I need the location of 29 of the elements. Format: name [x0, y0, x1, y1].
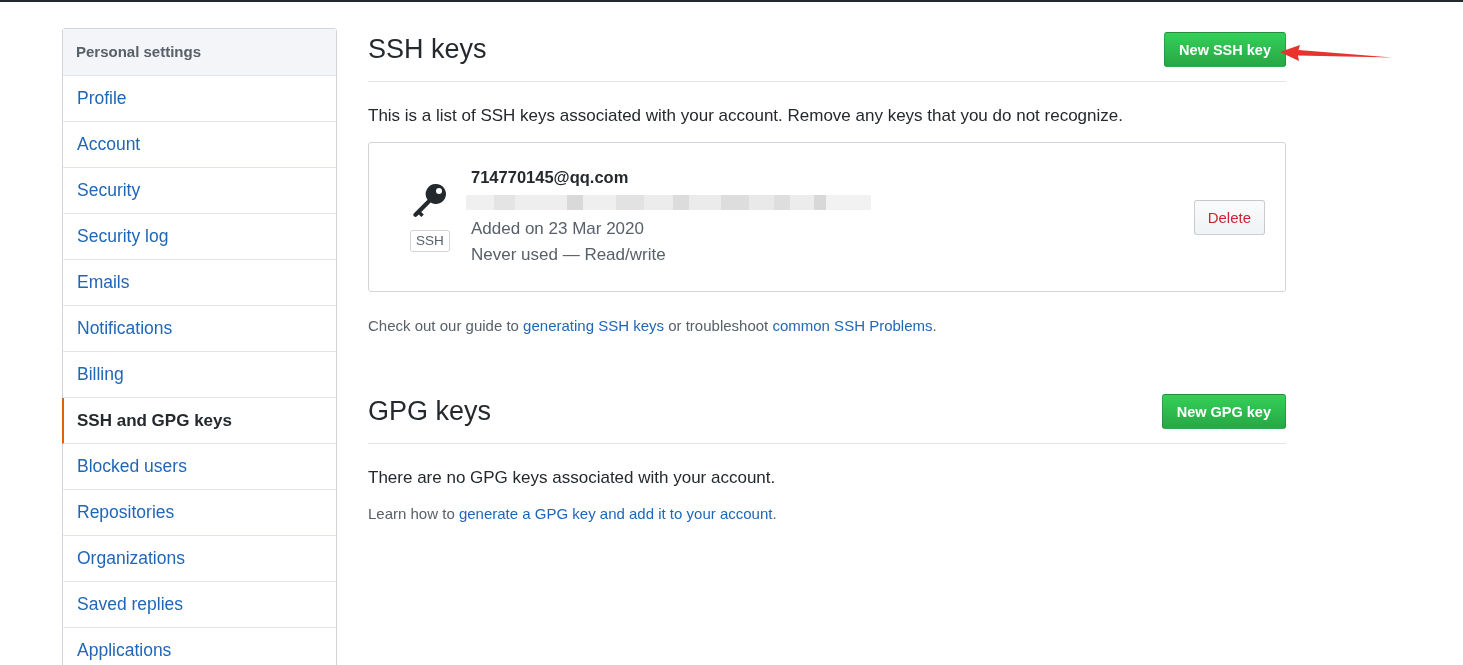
help-text: Learn how to generate a GPG key and add it to your account.	[368, 504, 778, 524]
key-type-label: SSH	[410, 230, 450, 252]
section-title: GPG keys	[368, 395, 492, 428]
key-usage: Never used — Read/write	[471, 244, 666, 266]
section-title: SSH keys	[368, 33, 487, 66]
sidebar-item[interactable]: Security	[62, 168, 336, 214]
help-link[interactable]: common SSH Problems	[772, 317, 933, 334]
sidebar-heading: Personal settings	[63, 29, 336, 76]
key-title: 714770145@qq.com	[471, 167, 629, 188]
delete-button[interactable]: Delete	[1193, 199, 1265, 235]
description-text: This is a list of SSH keys associated with your account. Remove any keys that you do not recognize.	[368, 105, 1124, 127]
sidebar-item[interactable]: Profile	[62, 76, 336, 122]
sidebar-item[interactable]: Account	[62, 122, 336, 168]
key-icon	[412, 182, 448, 218]
help-link[interactable]: generate a GPG key and add it to your account	[458, 505, 773, 522]
help-link[interactable]: generating SSH keys	[523, 317, 665, 334]
sidebar-item[interactable]: Notifications	[62, 306, 336, 352]
empty-message: There are no GPG keys associated with your account.	[368, 467, 777, 489]
sidebar-item[interactable]: Organizations	[62, 536, 336, 582]
sidebar-item[interactable]: Blocked users	[62, 444, 336, 490]
key-added-date: Added on 23 Mar 2020	[471, 218, 644, 240]
sidebar-item[interactable]: Saved replies	[62, 582, 336, 628]
sidebar-item[interactable]: Security log	[62, 214, 336, 260]
sidebar-item[interactable]: Emails	[62, 260, 336, 306]
sidebar-item[interactable]: Repositories	[62, 490, 336, 536]
sidebar-item[interactable]: SSH and GPG keys	[62, 398, 336, 444]
sidebar-item[interactable]: Applications	[62, 628, 336, 665]
help-text: Check out our guide to generating SSH keys or troubleshoot common SSH Problems.	[368, 316, 938, 336]
sidebar-item[interactable]: Billing	[62, 352, 336, 398]
